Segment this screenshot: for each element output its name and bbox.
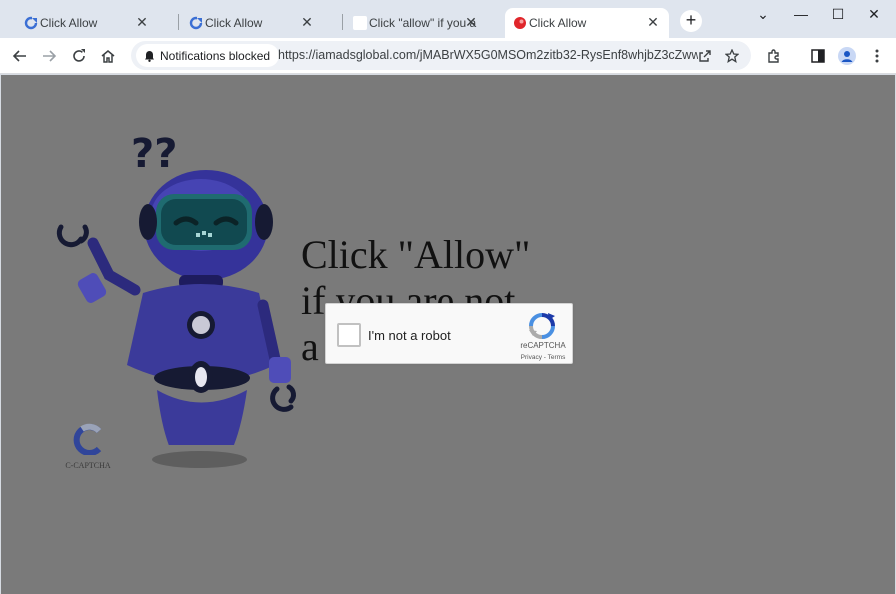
home-icon	[101, 50, 115, 63]
tab-title: Click Allow	[40, 16, 98, 30]
page-overlay: ?? Click "Allow" if you are not a C-CAPT…	[1, 75, 895, 594]
blue-refresh-icon	[24, 16, 38, 30]
tab-close-icon[interactable]: ✕	[645, 14, 661, 30]
address-bar[interactable]: Notifications blocked https://iamadsglob…	[131, 41, 751, 70]
avatar-icon	[838, 47, 856, 65]
close-window-button[interactable]: ✕	[859, 4, 889, 24]
reload-button[interactable]	[67, 44, 91, 68]
tab-close-icon[interactable]: ✕	[134, 14, 150, 30]
robot-illustration: ??	[56, 131, 296, 445]
robot-shadow	[152, 451, 247, 468]
forward-button[interactable]	[37, 44, 61, 68]
tab-title: Click Allow	[205, 16, 263, 30]
bell-icon	[145, 50, 154, 62]
side-panel-icon	[811, 49, 825, 63]
puzzle-icon	[768, 49, 779, 63]
headline-line-1: Click "Allow"	[301, 232, 531, 277]
red-dot-icon	[514, 17, 526, 29]
tab-strip: Click Allow ✕ Click Allow ✕ Click "allow…	[0, 0, 896, 38]
recaptcha-privacy-terms-link[interactable]: Privacy - Terms	[506, 354, 580, 361]
ccaptcha-caption: C-CAPTCHA	[65, 461, 111, 470]
tab-title: Click Allow	[529, 16, 587, 30]
tab-close-icon[interactable]: ✕	[463, 14, 479, 30]
back-button[interactable]	[8, 44, 32, 68]
tab-2[interactable]: Click Allow ✕	[181, 8, 323, 38]
recaptcha-label: I'm not a robot	[368, 328, 451, 343]
notifications-blocked-chip[interactable]: Notifications blocked	[136, 44, 280, 67]
notifications-chip-label: Notifications blocked	[160, 48, 271, 63]
maximize-button[interactable]: ☐	[823, 4, 853, 24]
tab-title: Click "allow" if you are n	[369, 16, 477, 30]
tab-1[interactable]: Click Allow ✕	[16, 8, 158, 38]
recaptcha-widget: I'm not a robot reCAPTCHA Privacy - Term…	[325, 303, 573, 364]
tab-close-icon[interactable]: ✕	[299, 14, 315, 30]
tab-3[interactable]: Click "allow" if you are n ✕	[345, 8, 487, 38]
recaptcha-checkbox[interactable]	[337, 323, 361, 347]
home-button[interactable]	[96, 44, 120, 68]
c-logo-icon	[73, 423, 102, 456]
extensions-button[interactable]	[762, 44, 786, 68]
side-panel-button[interactable]	[806, 44, 830, 68]
recaptcha-brand: reCAPTCHA	[520, 341, 566, 350]
profile-button[interactable]	[835, 44, 859, 68]
url-text[interactable]: https://iamadsglobal.com/jMABrWX5G0MSOm2…	[278, 48, 698, 62]
kebab-menu-icon	[875, 49, 879, 63]
tab-separator	[178, 14, 179, 30]
share-icon[interactable]	[694, 45, 716, 67]
reload-icon	[73, 49, 85, 62]
browser-toolbar: Notifications blocked https://iamadsglob…	[0, 38, 896, 74]
recaptcha-logo-icon	[529, 313, 555, 339]
blue-refresh-icon	[189, 16, 203, 30]
minimize-button[interactable]: —	[786, 4, 816, 24]
blank-page-icon	[353, 16, 367, 30]
tab-4-active[interactable]: Click Allow ✕	[505, 8, 669, 38]
ccaptcha-logo: C-CAPTCHA	[61, 423, 115, 470]
tab-separator	[342, 14, 343, 30]
arrow-right-icon	[43, 50, 57, 62]
bookmark-star-icon[interactable]	[721, 45, 743, 67]
tab-search-icon[interactable]: ⌄	[748, 4, 778, 24]
headline-line-3: a	[301, 324, 319, 369]
new-tab-button[interactable]: +	[680, 10, 702, 32]
question-marks: ??	[131, 131, 177, 177]
arrow-left-icon	[12, 50, 26, 62]
menu-button[interactable]	[865, 44, 889, 68]
